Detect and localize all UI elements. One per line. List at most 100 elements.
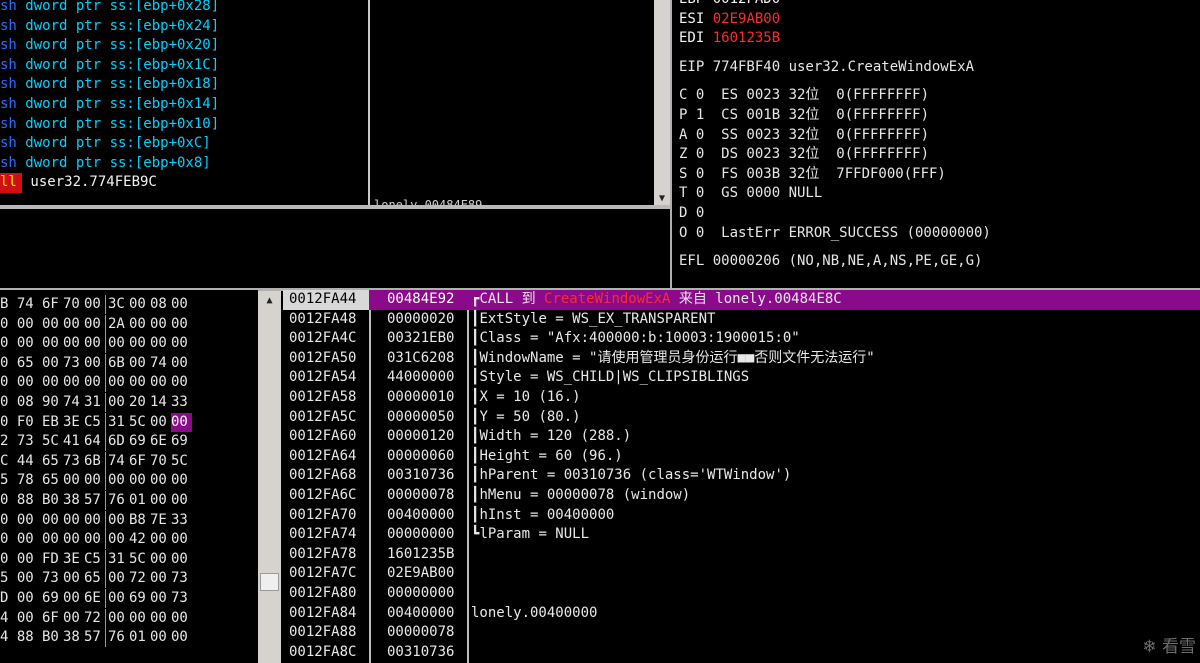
hex-byte[interactable]: 6F [42,609,63,629]
flag-line[interactable]: D 0 [679,204,1200,224]
flag-line[interactable]: S 0 FS 003B 32位 7FFDF000(FFF) [679,165,1200,185]
hex-byte[interactable]: 74 [108,452,129,472]
hex-byte[interactable]: 01 [129,628,150,648]
hex-byte[interactable]: 00 [84,511,105,531]
hex-byte[interactable]: 0 00 [0,550,42,570]
disasm-line[interactable]: sh dword ptr ss:[ebp+0x1C] [0,56,370,76]
hex-byte[interactable]: 76 [108,491,129,511]
hex-byte[interactable]: 0 00 [0,373,42,393]
hex-byte[interactable]: 90 [42,393,63,413]
hex-byte[interactable]: 65 [84,569,105,589]
hex-byte[interactable]: 00 [150,491,171,511]
hex-byte[interactable]: 3C [108,295,129,315]
hex-byte[interactable]: B 74 [0,295,42,315]
hex-byte[interactable]: 72 [129,569,150,589]
hex-byte[interactable]: 72 [84,609,105,629]
hex-byte[interactable]: 7E [150,511,171,531]
hex-byte[interactable]: 00 [108,393,129,413]
disassembly-comment-pane[interactable]: lonely.00484E89 [370,0,654,205]
hex-byte[interactable]: 00 [150,550,171,570]
disasm-scrollbar[interactable]: ▼ [654,0,670,207]
hex-byte[interactable]: 42 [129,530,150,550]
hexdump-row[interactable]: 0 00 00 00 00 00 00 00 00 [0,334,258,354]
hex-byte[interactable]: 00 [171,471,192,491]
hex-byte[interactable]: 00 [150,413,171,433]
stack-row[interactable]: 0012FA7C 02E9AB00 [283,564,1200,584]
hex-byte[interactable]: 00 [171,412,192,433]
disasm-line[interactable]: sh dword ptr ss:[ebp+0x20] [0,36,370,56]
stack-row[interactable]: 0012FA74 00000000 ┗lParam = NULL [283,525,1200,545]
hex-byte[interactable]: 5C [42,432,63,452]
hex-byte[interactable]: 00 [84,471,105,491]
hex-byte[interactable]: 00 [129,609,150,629]
hex-byte[interactable]: 00 [171,609,192,629]
hex-byte[interactable]: B0 [42,628,63,648]
hex-byte[interactable]: 65 [42,471,63,491]
hex-byte[interactable]: 4 88 [0,628,42,648]
flag-line[interactable]: O 0 LastErr ERROR_SUCCESS (00000000) [679,224,1200,244]
hex-byte[interactable]: 00 [129,334,150,354]
hex-byte[interactable]: 00 [42,354,63,374]
hexdump-row[interactable]: 0 F0 EB 3E C5 31 5C 00 00 [0,412,258,433]
hex-byte[interactable]: 00 [108,530,129,550]
stack-row[interactable]: 0012FA70 00400000 ┃hInst = 00400000 [283,506,1200,526]
hex-byte[interactable]: 6E [150,432,171,452]
hex-byte[interactable]: 08 [150,295,171,315]
hexdump-row[interactable]: 2 73 5C 41 64 6D 69 6E 69 [0,432,258,452]
stack-row[interactable]: 0012FA60 00000120 ┃Width = 120 (288.) [283,427,1200,447]
hex-byte[interactable]: EB [42,413,63,433]
disasm-line[interactable]: sh dword ptr ss:[ebp+0x24] [0,17,370,37]
hex-byte[interactable]: 3E [63,550,84,570]
hexdump-scrollbar[interactable]: ▲ [258,291,281,663]
hex-byte[interactable]: 0 65 [0,354,42,374]
register-line[interactable]: EDI 1601235B [679,29,1200,49]
hex-byte[interactable]: 33 [171,393,192,413]
hex-byte[interactable]: 69 [42,589,63,609]
scroll-down-icon[interactable]: ▼ [654,193,670,205]
hex-byte[interactable]: 5 78 [0,471,42,491]
flag-line[interactable]: T 0 GS 0000 NULL [679,184,1200,204]
scroll-up-icon[interactable]: ▲ [258,295,281,307]
hex-byte[interactable]: 76 [108,628,129,648]
stack-row[interactable]: 0012FA64 00000060 ┃Height = 60 (96.) [283,447,1200,467]
flag-line[interactable]: Z 0 DS 0023 32位 0(FFFFFFFF) [679,145,1200,165]
hex-byte[interactable]: 31 [108,413,129,433]
hex-byte[interactable]: 6B [84,452,105,472]
hex-byte[interactable]: 00 [84,373,105,393]
hexdump-row[interactable]: 0 08 90 74 31 00 20 14 33 [0,392,258,413]
hex-byte[interactable]: 00 [150,530,171,550]
hex-byte[interactable]: C5 [84,413,105,433]
disasm-column-divider[interactable] [368,0,370,207]
hex-byte[interactable]: 00 [129,471,150,491]
hexdump-row[interactable]: 0 00 00 00 00 00 B8 7E 33 [0,510,258,531]
hex-byte[interactable]: 0 88 [0,491,42,511]
hex-byte[interactable]: 74 [63,393,84,413]
flag-line[interactable]: P 1 CS 001B 32位 0(FFFFFFFF) [679,106,1200,126]
hex-byte[interactable]: 70 [150,452,171,472]
hex-byte[interactable]: B0 [42,491,63,511]
hex-byte[interactable]: 00 [42,373,63,393]
disasm-line[interactable]: sh dword ptr ss:[ebp+0x8] [0,154,370,174]
hex-byte[interactable]: 69 [129,432,150,452]
hex-byte[interactable]: 6B [108,354,129,374]
stack-row[interactable]: 0012FA48 00000020 ┃ExtStyle = WS_EX_TRANSP… [283,310,1200,330]
hex-byte[interactable]: 0 00 [0,315,42,335]
hex-byte[interactable]: 6F [129,452,150,472]
hex-byte[interactable]: 00 [84,334,105,354]
hexdump-row[interactable]: 0 00 FD 3E C5 31 5C 00 00 [0,549,258,570]
hex-byte[interactable]: 00 [108,471,129,491]
disassembly-pane[interactable]: sh dword ptr ss:[ebp+0x28] sh dword ptr s… [0,0,370,205]
hexdump-row[interactable]: D 00 69 00 6E 00 69 00 73 [0,588,258,609]
hexdump-row[interactable]: 0 88 B0 38 57 76 01 00 00 [0,490,258,511]
stack-pane[interactable]: 0012FA44 00484E92 ┏CALL 到 CreateWindowExA … [283,290,1200,663]
disasm-line[interactable]: sh dword ptr ss:[ebp+0x28] [0,0,370,17]
stack-row[interactable]: 0012FA6C 00000078 ┃hMenu = 00000078 (windo… [283,486,1200,506]
hex-byte[interactable]: 00 [108,511,129,531]
hex-byte[interactable]: 5 00 [0,569,42,589]
hex-byte[interactable]: 0 08 [0,393,42,413]
hex-byte[interactable]: 00 [63,511,84,531]
hexdump-row[interactable]: 4 00 6F 00 72 00 00 00 00 [0,608,258,629]
hex-byte[interactable]: 00 [84,530,105,550]
hex-byte[interactable]: 41 [63,432,84,452]
hex-byte[interactable]: 00 [129,373,150,393]
